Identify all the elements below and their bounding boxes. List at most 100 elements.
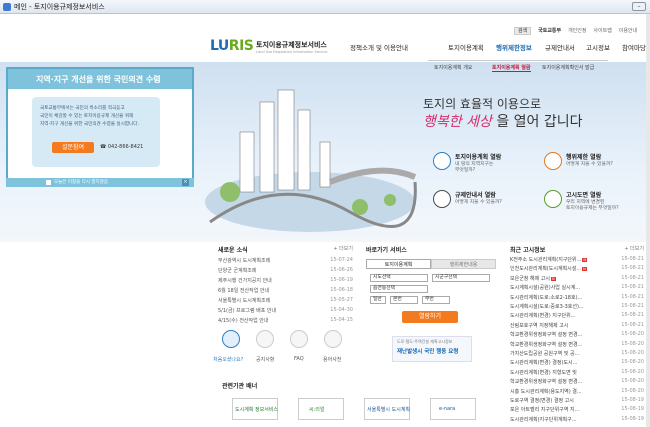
opinion-popup: 지역·지구 개선을 위한 국민의견 수렴 국토교통부에서는 국민의 목소리를 적… (6, 67, 194, 187)
banner-item[interactable]: 씨:리얼 (298, 398, 344, 420)
hide-checkbox[interactable] (46, 180, 51, 185)
minimize-button[interactable]: – (632, 2, 646, 11)
notice-row[interactable]: 인천도시관리계획(도시계획시설... N 15-08-21 (510, 265, 650, 272)
sigungu-select[interactable]: 시군구선택 (432, 274, 490, 282)
faq-icon-button[interactable] (290, 330, 308, 348)
search-button[interactable]: 검색 (514, 27, 532, 35)
eup-select[interactable]: 읍면동선택 (370, 285, 428, 293)
notice-more-link[interactable]: + 더보기 (624, 245, 644, 252)
logo-name: 토지이용규제정보서비스 (256, 41, 327, 49)
notice-row[interactable]: 가지산도립공원 공원구역 및 공... 15-08-20 (510, 350, 650, 357)
news-row[interactable]: 4/15(수) 전산작업 안내 15-04-15 (218, 317, 353, 324)
popup-tel: ☎ 042-866-8421 (100, 144, 144, 150)
notice-row[interactable]: K전주소 도시관리계획(지구단위... N 15-08-21 (510, 256, 650, 263)
util-link[interactable]: 개인인정 (568, 28, 586, 34)
banner-item[interactable]: 서울특별시 도시계획 (364, 398, 410, 420)
bon-input[interactable]: 본번 (390, 296, 418, 304)
util-link[interactable]: 국토교통부 (538, 28, 561, 34)
notice-row-date: 15-08-20 (621, 350, 644, 356)
notice-row[interactable]: 도시계획시설(공원)사업 실시계... 15-08-21 (510, 284, 650, 291)
service-title: 바로가기 서비스 (366, 247, 407, 254)
subnav-view[interactable]: 토지이용계획 열람 (492, 64, 531, 72)
news-row-date: 15-07-24 (330, 257, 353, 263)
notice-row-date: 15-08-21 (621, 293, 644, 300)
notice-row[interactable]: 포은 아트벨리 지구단위구역 지... 15-08-19 (510, 406, 650, 413)
tab-restriction[interactable]: 행위제한내용 (431, 259, 496, 269)
icon-label: 공지사항 (256, 357, 275, 363)
notice-row[interactable]: 시흥 도시관리계획(용도지역) 결... 15-08-20 (510, 388, 650, 395)
utility-bar: 검색 국토교통부 개인인정 사이트맵 이용안내 (514, 27, 642, 35)
scrollbar[interactable] (646, 14, 650, 427)
news-row[interactable]: 단양군 군계획조례 15-06-26 (218, 267, 353, 274)
jibun-select[interactable]: 일반 (370, 296, 386, 304)
tab-landplan[interactable]: 토지이용계획 (366, 259, 431, 269)
map-icon (544, 190, 562, 208)
nav-item-policy[interactable]: 정책소개 및 이용안내 (350, 42, 408, 52)
nav-item-restriction[interactable]: 행위제한정보 (496, 42, 532, 52)
news-row[interactable]: 부산광역시 도시계획조례 15-07-24 (218, 257, 353, 264)
notice-row[interactable]: 도시관리계획(변경) 결정(도시... 15-08-20 (510, 359, 650, 366)
popup-body: 국토교통부에서는 국민의 목소리를 적극듣고 국민이 체감할 수 있는 토지이용… (32, 97, 160, 167)
notice-row[interactable]: 도시관리계획(도로:소로2-18호)... 15-08-21 (510, 294, 650, 301)
guide-icon-button[interactable] (222, 330, 240, 348)
view-button[interactable]: 열람하기 (402, 311, 458, 323)
banner-item[interactable]: e-nara (430, 398, 476, 420)
nav-item-landplan[interactable]: 토지이용계획 (448, 42, 484, 52)
news-row[interactable]: 5/1(금) 프로그램 배포 안내 15-04-30 (218, 307, 353, 314)
notice-row-date: 15-08-20 (621, 387, 644, 394)
notice-row-title: 산림보호구역 지정해제 고시 (510, 322, 569, 329)
nav-item-guide[interactable]: 규제안내서 (545, 42, 575, 52)
new-badge: N (582, 258, 588, 262)
icon-label: FAQ (294, 356, 304, 362)
news-row[interactable]: 제주시행 건가지공지 안내 15-06-19 (218, 277, 353, 284)
banner-item[interactable]: 도시계획 정보서비스 (232, 398, 278, 420)
notice-row[interactable]: 학교환경위생정화구역 설정 변경... 15-08-20 (510, 378, 650, 385)
notice-row-date: 15-08-19 (621, 415, 644, 422)
city-illustration (205, 89, 417, 232)
notice-row[interactable]: 학교환경위생정화구역 설정 변경... 15-08-20 (510, 331, 650, 338)
notice-row[interactable]: 도시관리계획(지구단위계획구... 15-08-19 (510, 416, 650, 423)
close-icon[interactable]: × (182, 179, 189, 186)
dictionary-icon-button[interactable] (324, 330, 342, 348)
notice-icon-button[interactable] (256, 330, 274, 348)
notice-row[interactable]: 도로구역 결정(변경) 결정 고시 15-08-19 (510, 397, 650, 404)
nav-item-notice[interactable]: 고시정보 (586, 42, 610, 52)
news-row-title: 서울특별시 도시계획조례 (218, 298, 271, 304)
notice-row-title: 인천도시관리계획(도시계획시설... (510, 266, 582, 273)
nav-item-participation[interactable]: 참여마당 (622, 42, 646, 52)
news-row-title: 6월 18일 전산작업 안내 (218, 288, 270, 294)
popup-text: 국민이 체감할 수 있는 토지이용규제 개선을 위해 (40, 114, 134, 119)
site-logo[interactable]: LURIS 토지이용규제정보서비스 Land Use Regulation In… (210, 38, 327, 54)
subnav-issue[interactable]: 토지이용계획확인서 발급 (542, 64, 594, 71)
icon-label: 용어사전 (323, 357, 342, 363)
new-badge: N (550, 276, 556, 281)
sido-select[interactable]: 시도선택 (370, 274, 428, 282)
notice-row[interactable]: 도시관리계획(변경) 지형도면 및 15-08-20 (510, 369, 650, 376)
news-row-date: 15-06-18 (330, 287, 353, 293)
popup-footer: 오늘은 이창을 다시 열지않음 × (6, 178, 194, 187)
notice-row[interactable]: 도시계획시설(도로:중로3-3호선)... 15-08-21 (510, 303, 650, 310)
util-link[interactable]: 사이트맵 (593, 28, 611, 34)
app-icon (3, 3, 11, 11)
news-more-link[interactable]: + 더보기 (333, 245, 353, 252)
notice-row[interactable]: 도시관리계획(변경) 지구단위... 15-08-21 (510, 312, 650, 319)
util-link[interactable]: 이용안내 (619, 28, 637, 34)
notice-row-date: 15-08-21 (621, 265, 644, 272)
subnav-overview[interactable]: 토지이용계획 개요 (434, 64, 472, 71)
window-titlebar: 메인 - 토지이용규제정보서비스 – (0, 0, 650, 14)
news-row[interactable]: 6월 18일 전산작업 안내 15-06-18 (218, 287, 353, 294)
notice-row-title: 도시관리계획(지구단위계획구... (510, 416, 577, 423)
bu-input[interactable]: 부번 (422, 296, 450, 304)
news-row-date: 15-05-27 (330, 297, 353, 303)
notice-row[interactable]: 학교환경위생정화구역 설정 변경... 15-08-20 (510, 341, 650, 348)
notice-row-title: 도시관리계획(변경) 지구단위... (510, 313, 576, 320)
hide-label: 오늘은 이창을 다시 열지않음 (54, 180, 108, 185)
notice-row[interactable]: 산림보호구역 지정해제 고시 15-08-21 (510, 322, 650, 329)
news-row[interactable]: 서울특별시 도시계획조례 15-05-27 (218, 297, 353, 304)
disaster-ad[interactable]: 도로·철도·주택건설 계획고시정보 재난발생시 국민 행동 요령 (392, 336, 472, 362)
notice-row-title: 도시계획시설(도로:중로3-3호선)... (510, 304, 584, 310)
notice-row-title: 도시관리계획(변경) 결정(도시... (510, 360, 578, 367)
notice-row[interactable]: 보은군청 해제 고시 N 15-08-21 (510, 275, 650, 282)
notice-row-title: 학교환경위생정화구역 설정 변경... (510, 341, 583, 348)
survey-button[interactable]: 설문참여 (52, 142, 94, 153)
